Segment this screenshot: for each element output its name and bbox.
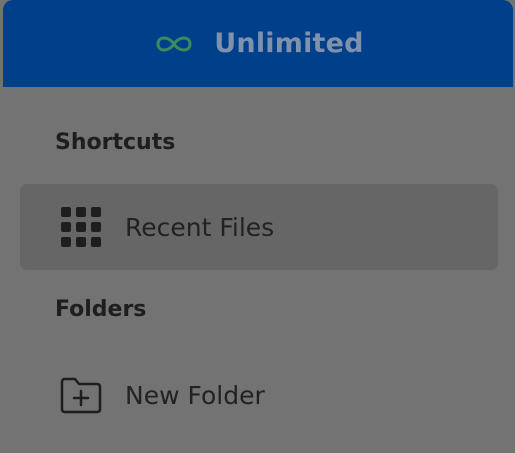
unlimited-banner[interactable]: Unlimited [3,0,513,87]
shortcuts-heading: Shortcuts [55,130,176,155]
folder-label: New Folder [125,380,265,410]
sidebar-panel: Unlimited Shortcuts Recent Files Folders [0,0,515,453]
grid-icon [61,207,101,247]
shortcut-label: Recent Files [125,212,275,242]
shortcut-recent-files[interactable]: Recent Files [20,184,498,270]
new-folder-button[interactable]: New Folder [20,352,498,438]
folders-heading: Folders [55,297,147,322]
folder-plus-icon [60,377,102,414]
infinity-icon [156,36,192,51]
banner-label: Unlimited [214,28,364,59]
